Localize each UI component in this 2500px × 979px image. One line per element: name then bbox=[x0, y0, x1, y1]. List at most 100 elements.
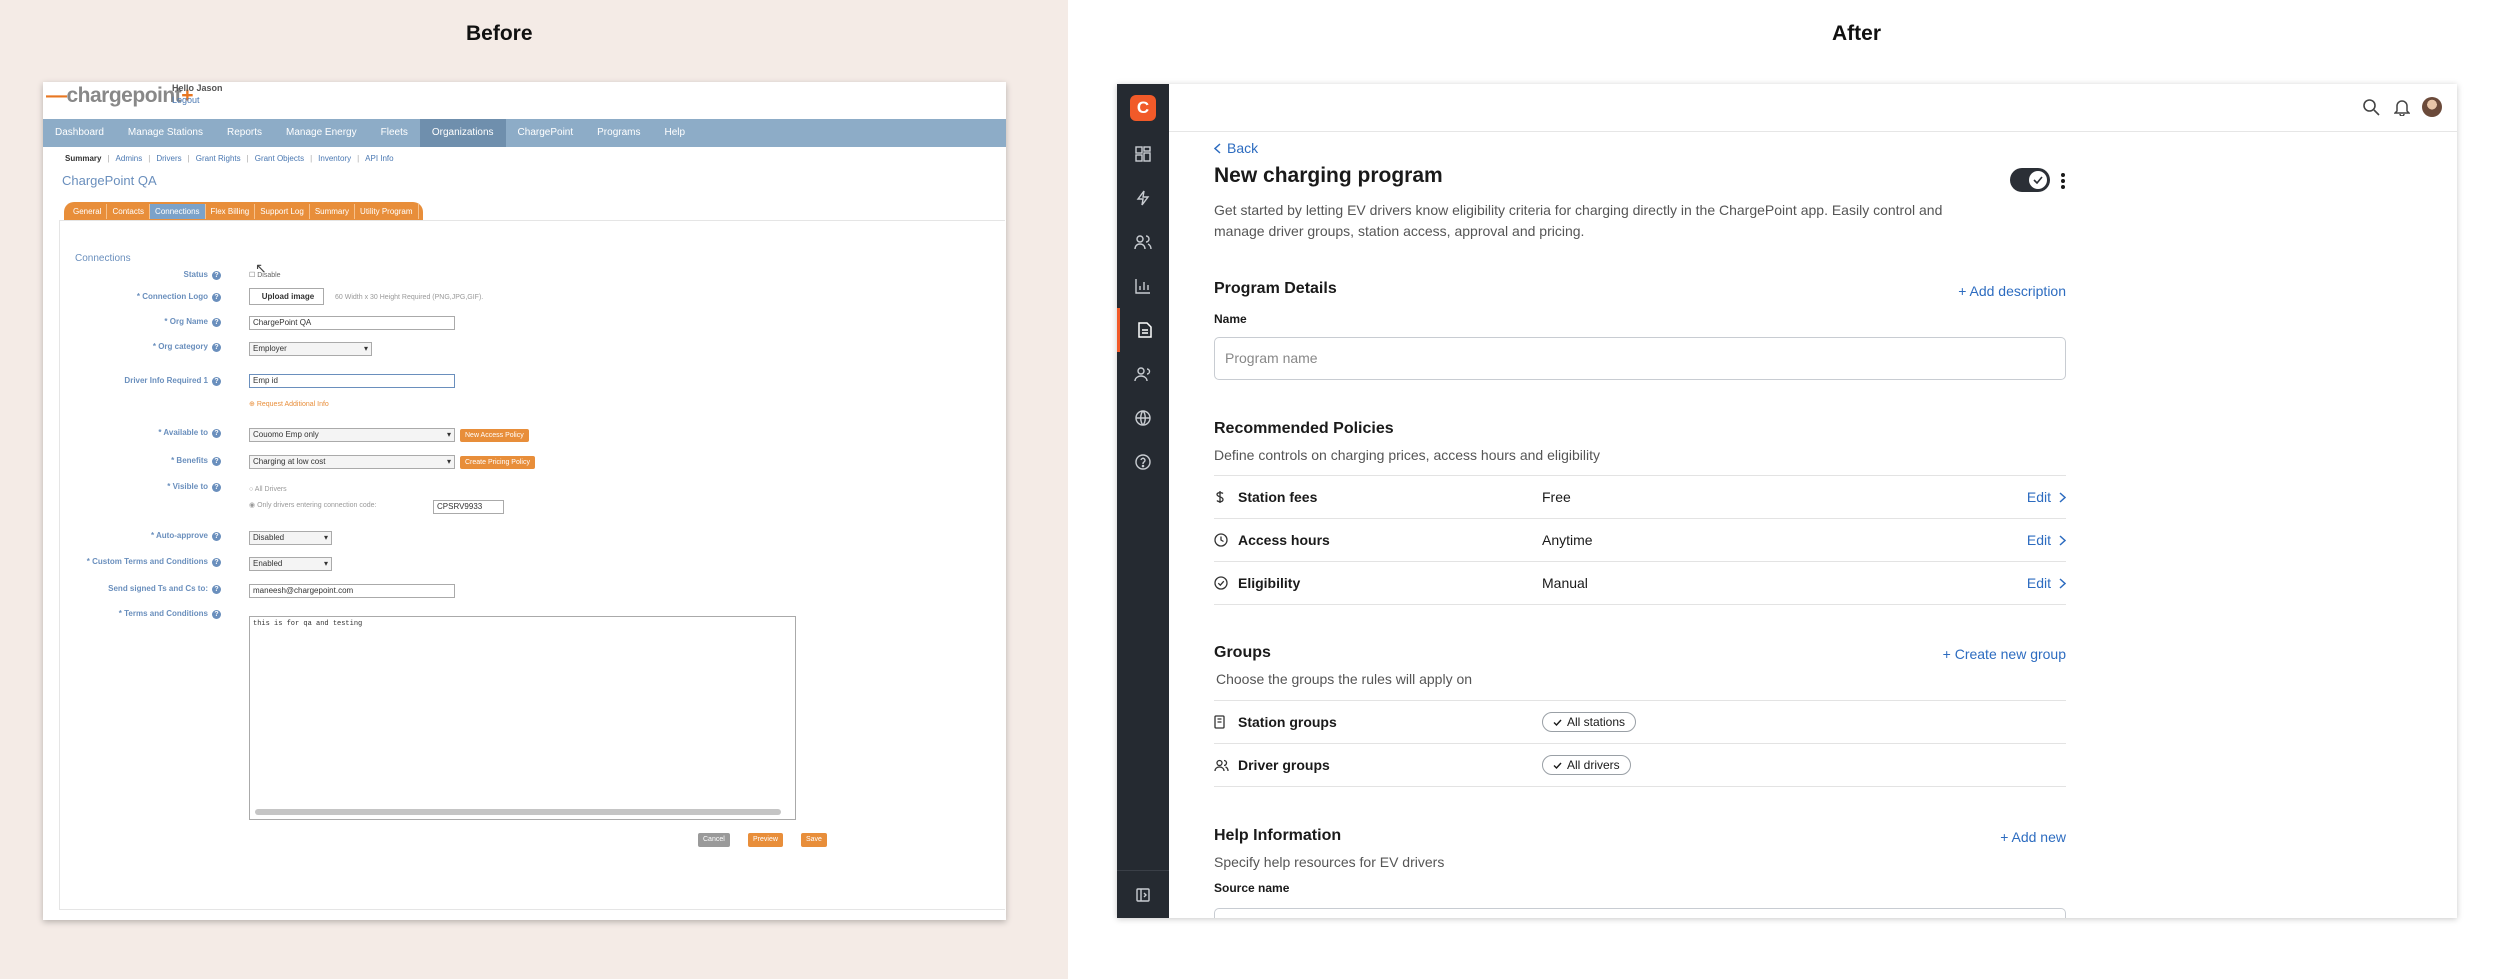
logo-hint: 60 Width x 30 Height Required (PNG,JPG,G… bbox=[335, 294, 484, 301]
upload-image-button[interactable]: Upload image bbox=[249, 288, 324, 305]
tab-general[interactable]: General bbox=[68, 204, 108, 219]
notification-bell-icon[interactable] bbox=[2393, 98, 2411, 121]
nav-fleets[interactable]: Fleets bbox=[369, 119, 420, 147]
send-terms-email-input[interactable]: maneesh@chargepoint.com bbox=[249, 584, 455, 598]
after-heading: After bbox=[1832, 22, 1882, 45]
policy-row-eligibility[interactable]: Eligibility Manual Edit bbox=[1214, 561, 2066, 604]
logout-link[interactable]: Logout bbox=[172, 94, 223, 106]
source-name-input[interactable] bbox=[1214, 908, 2066, 918]
available-to-select[interactable]: Couomo Emp only bbox=[249, 428, 455, 442]
tab-summary[interactable]: Summary bbox=[310, 204, 356, 219]
custom-terms-select[interactable]: Enabled bbox=[249, 557, 332, 571]
policy-row-station-fees[interactable]: Station fees Free Edit bbox=[1214, 475, 2066, 518]
benefits-select[interactable]: Charging at low cost bbox=[249, 455, 455, 469]
edit-access-hours-button[interactable]: Edit bbox=[2027, 532, 2066, 548]
visible-code-radio[interactable]: ◉ Only drivers entering connection code: bbox=[249, 501, 377, 509]
old-sub-nav: Summary | Admins | Drivers | Grant Rights | … bbox=[65, 154, 394, 163]
subnav-drivers[interactable]: Drivers bbox=[156, 154, 181, 163]
avatar[interactable] bbox=[2422, 97, 2442, 117]
policy-value: Anytime bbox=[1542, 532, 1593, 548]
driver-info-input[interactable]: Emp id bbox=[249, 374, 455, 388]
new-ui-window: C Back New charging program Get started … bbox=[1117, 84, 2457, 918]
chevron-left-icon bbox=[1214, 142, 1221, 154]
subnav-summary[interactable]: Summary bbox=[65, 154, 101, 163]
save-button[interactable]: Save bbox=[801, 833, 827, 847]
policy-row-access-hours[interactable]: Access hours Anytime Edit bbox=[1214, 518, 2066, 561]
reports-chart-icon[interactable] bbox=[1117, 264, 1169, 308]
program-details-title: Program Details bbox=[1214, 280, 1337, 297]
divider bbox=[1214, 604, 2066, 605]
subnav-grant-rights[interactable]: Grant Rights bbox=[196, 154, 241, 163]
station-icon bbox=[1214, 715, 1236, 729]
tab-connections[interactable]: Connections bbox=[150, 204, 206, 219]
org-category-label: * Org category? bbox=[43, 342, 221, 352]
nav-reports[interactable]: Reports bbox=[215, 119, 274, 147]
connection-code-input[interactable]: CPSRV9933 bbox=[433, 500, 504, 514]
dashboard-icon[interactable] bbox=[1117, 132, 1169, 176]
top-bar bbox=[1169, 84, 2457, 132]
add-new-link[interactable]: + Add new bbox=[2000, 829, 2066, 845]
chargepoint-logo-icon[interactable]: C bbox=[1130, 95, 1156, 121]
preview-button[interactable]: Preview bbox=[748, 833, 783, 847]
subnav-admins[interactable]: Admins bbox=[116, 154, 143, 163]
auto-approve-label: * Auto-approve? bbox=[43, 531, 221, 541]
benefits-label: * Benefits? bbox=[43, 456, 221, 466]
nav-manage-energy[interactable]: Manage Energy bbox=[274, 119, 369, 147]
group-name: Driver groups bbox=[1238, 757, 1330, 773]
nav-manage-stations[interactable]: Manage Stations bbox=[116, 119, 215, 147]
tab-contacts[interactable]: Contacts bbox=[107, 204, 151, 219]
edit-station-fees-button[interactable]: Edit bbox=[2027, 489, 2066, 505]
terms-horizontal-scrollbar[interactable] bbox=[255, 809, 781, 815]
tab-support-log[interactable]: Support Log bbox=[255, 204, 310, 219]
group-row-stations: Station groups All stations bbox=[1214, 700, 2066, 743]
program-active-toggle[interactable] bbox=[2010, 168, 2050, 192]
chargepoint-logo: —chargepoint+ bbox=[46, 84, 193, 107]
collapse-sidebar-icon[interactable] bbox=[1117, 870, 1169, 918]
programs-document-icon[interactable] bbox=[1117, 308, 1169, 352]
subnav-inventory[interactable]: Inventory bbox=[318, 154, 351, 163]
available-to-label: * Available to? bbox=[43, 428, 221, 438]
all-stations-chip[interactable]: All stations bbox=[1542, 712, 1637, 732]
terms-textarea[interactable]: this is for qa and testing bbox=[249, 616, 796, 820]
users-icon[interactable] bbox=[1117, 352, 1169, 396]
help-title: Help Information bbox=[1214, 827, 1342, 844]
nav-programs[interactable]: Programs bbox=[585, 119, 652, 147]
clock-icon bbox=[1214, 533, 1236, 547]
drivers-icon[interactable] bbox=[1117, 220, 1169, 264]
panel-title: Connections bbox=[75, 253, 131, 264]
nav-help[interactable]: Help bbox=[653, 119, 698, 147]
globe-icon[interactable] bbox=[1117, 396, 1169, 440]
more-options-icon[interactable] bbox=[2060, 172, 2066, 190]
program-name-input[interactable]: Program name bbox=[1214, 337, 2066, 380]
search-icon[interactable] bbox=[2362, 98, 2380, 121]
create-new-group-link[interactable]: + Create new group bbox=[1943, 646, 2066, 662]
nav-dashboard[interactable]: Dashboard bbox=[43, 119, 116, 147]
cancel-button[interactable]: Cancel bbox=[698, 833, 730, 847]
old-main-nav: Dashboard Manage Stations Reports Manage… bbox=[43, 119, 1006, 147]
org-category-select[interactable]: Employer bbox=[249, 342, 372, 356]
bolt-icon[interactable] bbox=[1117, 176, 1169, 220]
back-label: Back bbox=[1227, 140, 1259, 156]
group-name: Station groups bbox=[1238, 714, 1337, 730]
request-additional-info-link[interactable]: ⊕ Request Additional Info bbox=[249, 400, 329, 408]
tab-utility-program[interactable]: Utility Program bbox=[355, 204, 419, 219]
help-icon[interactable] bbox=[1117, 440, 1169, 484]
subnav-grant-objects[interactable]: Grant Objects bbox=[255, 154, 304, 163]
group-row-drivers: Driver groups All drivers bbox=[1214, 743, 2066, 786]
tab-flex-billing[interactable]: Flex Billing bbox=[206, 204, 256, 219]
nav-chargepoint[interactable]: ChargePoint bbox=[506, 119, 586, 147]
org-name-input[interactable]: ChargePoint QA bbox=[249, 316, 455, 330]
edit-eligibility-button[interactable]: Edit bbox=[2027, 575, 2066, 591]
visible-all-drivers-radio[interactable]: ○ All Drivers bbox=[249, 486, 287, 493]
side-rail: C bbox=[1117, 84, 1169, 918]
back-link[interactable]: Back bbox=[1214, 140, 1258, 156]
nav-organizations[interactable]: Organizations bbox=[419, 119, 506, 147]
new-access-policy-button[interactable]: New Access Policy bbox=[460, 429, 529, 442]
check-icon bbox=[1553, 762, 1562, 769]
create-pricing-policy-button[interactable]: Create Pricing Policy bbox=[460, 456, 535, 469]
all-drivers-chip[interactable]: All drivers bbox=[1542, 755, 1631, 775]
auto-approve-select[interactable]: Disabled bbox=[249, 531, 332, 545]
subnav-api-info[interactable]: API Info bbox=[365, 154, 393, 163]
add-description-link[interactable]: + Add description bbox=[1958, 283, 2066, 299]
check-icon bbox=[2029, 171, 2047, 189]
